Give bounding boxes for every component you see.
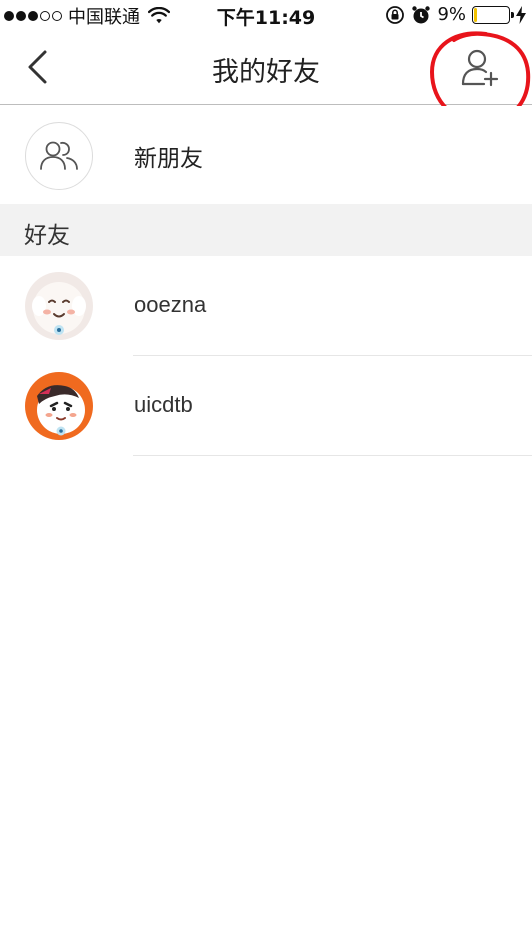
- new-friends-label: 新朋友: [134, 146, 203, 172]
- status-bar-left: 中国联通: [4, 3, 170, 29]
- status-bar: 中国联通 下午11:49 9%: [0, 0, 532, 30]
- cartoon-avatar-orange-icon: [25, 372, 93, 440]
- new-friends-row[interactable]: 新朋友: [0, 106, 532, 204]
- new-friends-avatar: [25, 122, 93, 190]
- group-icon: [40, 141, 78, 170]
- row-divider: [133, 455, 532, 456]
- section-header-friends: 好友: [0, 204, 532, 256]
- carrier-name: 中国联通: [68, 7, 140, 28]
- rotation-lock-icon: [386, 5, 405, 24]
- add-user-icon: [461, 49, 499, 87]
- friend-row[interactable]: uicdtb: [0, 356, 532, 456]
- alarm-icon: [412, 5, 431, 23]
- back-button[interactable]: [14, 44, 60, 90]
- cartoon-avatar-white-icon: [25, 272, 93, 340]
- friend-name: uicdtb: [134, 392, 193, 417]
- add-friend-button[interactable]: [452, 40, 508, 96]
- status-bar-right: 9%: [385, 4, 526, 25]
- nav-bar: 我的好友: [0, 30, 532, 105]
- friend-list: ooezna uicdtb: [0, 256, 532, 456]
- friend-avatar: [25, 372, 93, 440]
- chevron-left-icon: [28, 50, 47, 84]
- signal-strength-icon: [4, 11, 62, 21]
- charging-bolt-icon: [516, 5, 526, 24]
- friend-name: ooezna: [134, 292, 207, 317]
- wifi-icon: [148, 7, 170, 24]
- battery-percent: 9%: [437, 4, 466, 25]
- battery-icon: [472, 5, 514, 24]
- section-title: 好友: [24, 223, 70, 249]
- friend-avatar: [25, 272, 93, 340]
- friend-row[interactable]: ooezna: [0, 256, 532, 356]
